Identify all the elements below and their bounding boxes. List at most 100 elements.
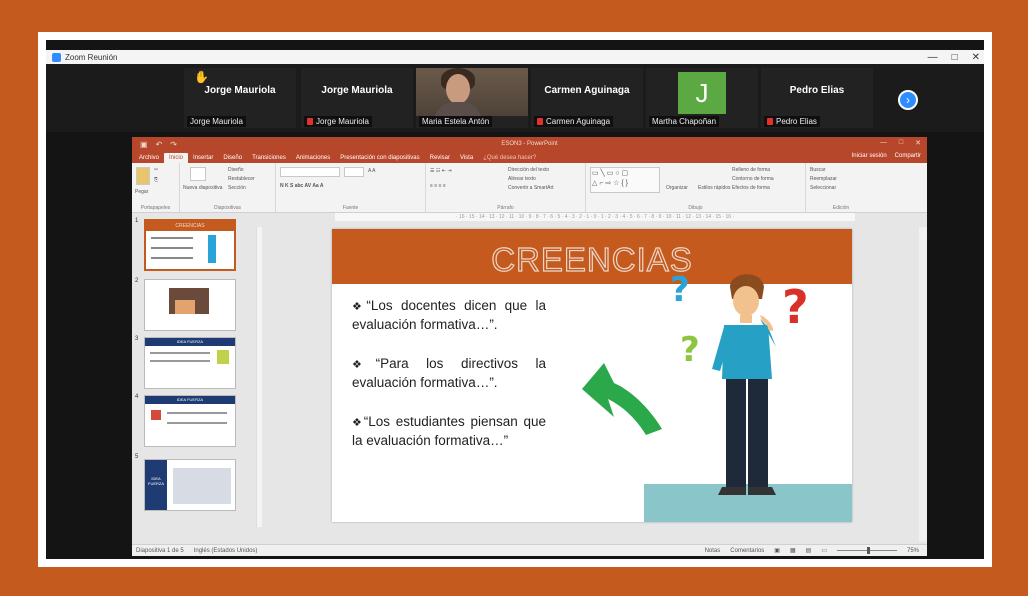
layout-button[interactable]: Diseño: [228, 167, 244, 173]
window-controls: — □ ✕: [928, 50, 980, 64]
horizontal-ruler: · 16 · 15 · 14 · 13 · 12 · 11 · 10 · 9 ·…: [335, 213, 855, 221]
green-question-icon: ?: [680, 330, 700, 370]
minimize-button[interactable]: —: [928, 52, 938, 63]
group-portapapeles: Pegar ✂ ⎘ Portapapeles: [132, 163, 180, 212]
participant-label: Carmen Aguinaga: [534, 116, 614, 127]
muted-mic-icon: [767, 118, 773, 125]
text-direction-button[interactable]: Dirección del texto: [508, 167, 549, 173]
copy-icon[interactable]: ⎘: [154, 177, 158, 183]
participant-label: Maria Estela Antón: [419, 116, 493, 127]
slideshow-icon[interactable]: ▭: [821, 547, 827, 554]
green-arrow-icon: [582, 363, 662, 435]
paste-icon[interactable]: [136, 167, 150, 185]
thumb-slide-4[interactable]: IDEA FUERZA: [144, 395, 236, 447]
quick-styles-button[interactable]: Estilos rápidos: [698, 185, 731, 191]
font-grow-icon[interactable]: A A: [368, 168, 376, 174]
tab-archivo[interactable]: Archivo: [134, 153, 164, 163]
sorter-view-icon[interactable]: ▦: [790, 547, 796, 554]
tab-diseno[interactable]: Diseño: [218, 153, 247, 163]
tell-me-search[interactable]: ¿Qué desea hacer?: [478, 153, 541, 163]
slide-counter: Diapositiva 1 de 5: [136, 547, 184, 554]
close-button[interactable]: ✕: [972, 52, 980, 63]
font-format-icons[interactable]: N K S abc AV Aa A: [280, 183, 324, 189]
status-bar: Diapositiva 1 de 5 Inglés (Estados Unido…: [132, 544, 927, 556]
ppt-minimize-button[interactable]: —: [880, 139, 887, 147]
align-icons[interactable]: ≡ ≡ ≡ ≡: [430, 183, 446, 189]
participant-tile[interactable]: ✋ Jorge Mauriola Jorge Mauriola: [184, 68, 296, 128]
participant-name: Jorge Mauriola: [321, 85, 393, 96]
replace-button[interactable]: Reemplazar: [810, 176, 837, 182]
muted-mic-icon: [537, 118, 543, 125]
group-label: Edición: [832, 205, 850, 211]
share-button[interactable]: Compartir: [895, 153, 921, 159]
group-label: Dibujo: [688, 205, 703, 211]
paste-label: Pegar: [135, 189, 149, 195]
thumb-slide-2[interactable]: [144, 279, 236, 331]
list-icons[interactable]: ☰ ☷ ⇤ ⇥: [430, 168, 452, 174]
group-edicion: Buscar Reemplazar Seleccionar Edición: [806, 163, 876, 212]
slide-canvas[interactable]: CREENCIAS ❖“Los docentes dicen que la ev…: [332, 229, 852, 522]
zoom-screen: Zoom Reunión — □ ✕ ✋ Jorge Mauriola Jorg…: [46, 40, 984, 559]
smartart-button[interactable]: Convertir a SmartArt: [508, 185, 554, 191]
font-size-select[interactable]: [344, 167, 364, 177]
slide-thumbnails-pane: 1 CREENCIAS 2 3 IDEA FUERZA 4 IDEA FUERZ…: [132, 214, 244, 539]
reset-button[interactable]: Restablecer: [228, 176, 255, 182]
participant-tile[interactable]: Jorge Mauriola Jorge Mauriola: [301, 68, 413, 128]
shape-fill-button[interactable]: Relleno de forma: [732, 167, 770, 173]
shape-outline-button[interactable]: Contorno de forma: [732, 176, 774, 182]
align-text-button[interactable]: Alinear texto: [508, 176, 536, 182]
vertical-scrollbar[interactable]: [919, 227, 927, 542]
thumb-slide-1[interactable]: CREENCIAS: [144, 219, 236, 271]
sign-in-link[interactable]: Iniciar sesión: [852, 153, 887, 159]
tab-presentacion[interactable]: Presentación con diapositivas: [335, 153, 424, 163]
participant-name: Jorge Mauriola: [204, 85, 276, 96]
zoom-logo-icon: [52, 52, 61, 62]
new-slide-icon[interactable]: [190, 167, 206, 181]
zoom-level[interactable]: 75%: [907, 548, 919, 554]
font-name-select[interactable]: [280, 167, 340, 177]
participant-strip: ✋ Jorge Mauriola Jorge Mauriola Jorge Ma…: [46, 64, 984, 132]
participant-tile-video[interactable]: Maria Estela Antón: [416, 68, 528, 128]
muted-mic-icon: [307, 118, 313, 125]
select-button[interactable]: Seleccionar: [810, 185, 836, 191]
tab-transiciones[interactable]: Transiciones: [247, 153, 291, 163]
language-indicator[interactable]: Inglés (Estados Unidos): [194, 548, 258, 554]
reading-view-icon[interactable]: ▤: [806, 547, 812, 554]
participant-label: Jorge Mauriola: [304, 116, 372, 127]
tab-inicio[interactable]: Inicio: [164, 153, 189, 163]
thumb-number: 3: [135, 336, 139, 342]
ribbon: Pegar ✂ ⎘ Portapapeles Nueva diapositiva…: [132, 163, 927, 213]
thumb-number: 2: [135, 278, 139, 284]
cut-icon[interactable]: ✂: [154, 167, 158, 173]
shape-effects-button[interactable]: Efectos de forma: [732, 185, 770, 191]
section-button[interactable]: Sección: [228, 185, 246, 191]
maximize-button[interactable]: □: [952, 52, 958, 63]
find-button[interactable]: Buscar: [810, 167, 826, 173]
ppt-titlebar: ▣ ↶ ↷ ESON3 - PowerPoint — □ ✕: [132, 137, 927, 151]
thumb-number: 5: [135, 454, 139, 460]
group-fuente: A A N K S abc AV Aa A Fuente: [276, 163, 426, 212]
participant-name: Carmen Aguinaga: [544, 85, 630, 96]
participant-avatar: J: [678, 72, 726, 114]
thumb-slide-3[interactable]: IDEA FUERZA: [144, 337, 236, 389]
notes-button[interactable]: Notas: [705, 548, 721, 554]
group-label: Portapapeles: [140, 205, 171, 211]
normal-view-icon[interactable]: ▣: [774, 547, 780, 554]
new-slide-label[interactable]: Nueva diapositiva: [183, 185, 222, 191]
participant-tile[interactable]: Carmen Aguinaga Carmen Aguinaga: [531, 68, 643, 128]
tab-revisar[interactable]: Revisar: [425, 153, 455, 163]
ppt-title: ESON3 - PowerPoint: [501, 141, 558, 147]
tab-vista[interactable]: Vista: [455, 153, 478, 163]
participant-tile[interactable]: Pedro Elias Pedro Elias: [761, 68, 873, 128]
next-page-button[interactable]: ›: [898, 90, 918, 110]
arrange-button[interactable]: Organizar: [666, 185, 688, 191]
ppt-close-button[interactable]: ✕: [915, 139, 921, 147]
tab-insertar[interactable]: Insertar: [188, 153, 218, 163]
zoom-slider[interactable]: [836, 547, 897, 554]
ppt-maximize-button[interactable]: □: [899, 139, 903, 147]
tab-animaciones[interactable]: Animaciones: [291, 153, 335, 163]
thumb-slide-5[interactable]: IDEA FUERZA: [144, 459, 236, 511]
comments-button[interactable]: Comentarios: [730, 548, 764, 554]
participant-tile[interactable]: J Martha Chapoñan: [646, 68, 758, 128]
powerpoint-window: ▣ ↶ ↷ ESON3 - PowerPoint — □ ✕ Archivo I…: [132, 137, 927, 556]
